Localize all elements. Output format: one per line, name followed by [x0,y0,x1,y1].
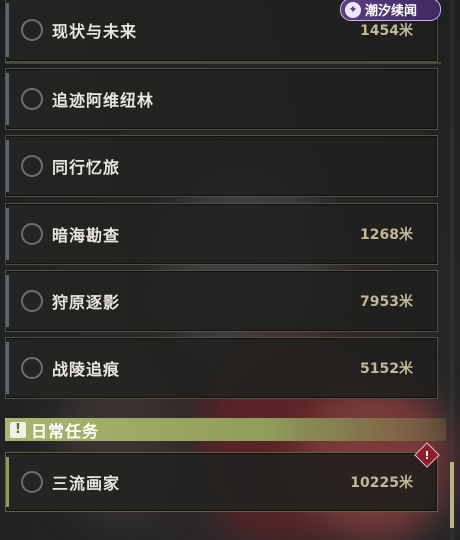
quest-item[interactable]: 战陵追痕 5152米 [5,337,438,399]
event-tag: ✦ 潮汐续闻 [340,0,441,21]
event-tag-label: 潮汐续闻 [365,4,418,19]
quest-name: 战陵追痕 [52,360,121,379]
quest-name: 三流画家 [52,474,121,493]
quest-distance: 5152米 [360,361,413,377]
swirl-icon: ✦ [345,1,361,18]
radio-icon[interactable] [21,19,43,41]
quest-distance: 1268米 [360,227,413,243]
radio-icon[interactable] [21,223,43,245]
scrollbar-track[interactable] [450,0,454,540]
radio-icon[interactable] [21,88,43,110]
daily-section-header: ! 日常任务 [5,418,446,441]
quest-distance: 10225米 [350,475,413,491]
quest-distance: 1454米 [360,23,413,39]
quest-name: 同行忆旅 [52,158,121,177]
quest-name: 狩原逐影 [52,293,121,312]
daily-section-title: 日常任务 [31,421,100,441]
radio-icon[interactable] [21,290,43,312]
quest-item[interactable]: 同行忆旅 [5,135,438,197]
radio-icon[interactable] [21,155,43,177]
quest-distance: 7953米 [360,294,413,310]
quest-item[interactable]: 追迹阿维纽林 [5,68,438,130]
quest-item[interactable]: 狩原逐影 7953米 [5,270,438,332]
divider [5,62,441,64]
daily-quest-item[interactable]: 三流画家 10225米 [5,452,438,512]
alert-mark: ! [424,448,430,462]
quest-name: 现状与未来 [52,22,138,41]
quest-item[interactable]: 暗海勘查 1268米 [5,203,438,265]
quest-name: 暗海勘查 [52,226,121,245]
quest-name: 追迹阿维纽林 [52,91,155,110]
scrollbar-thumb[interactable] [450,462,454,528]
radio-icon[interactable] [21,357,43,379]
exclamation-icon: ! [10,421,26,438]
radio-icon[interactable] [21,471,43,493]
